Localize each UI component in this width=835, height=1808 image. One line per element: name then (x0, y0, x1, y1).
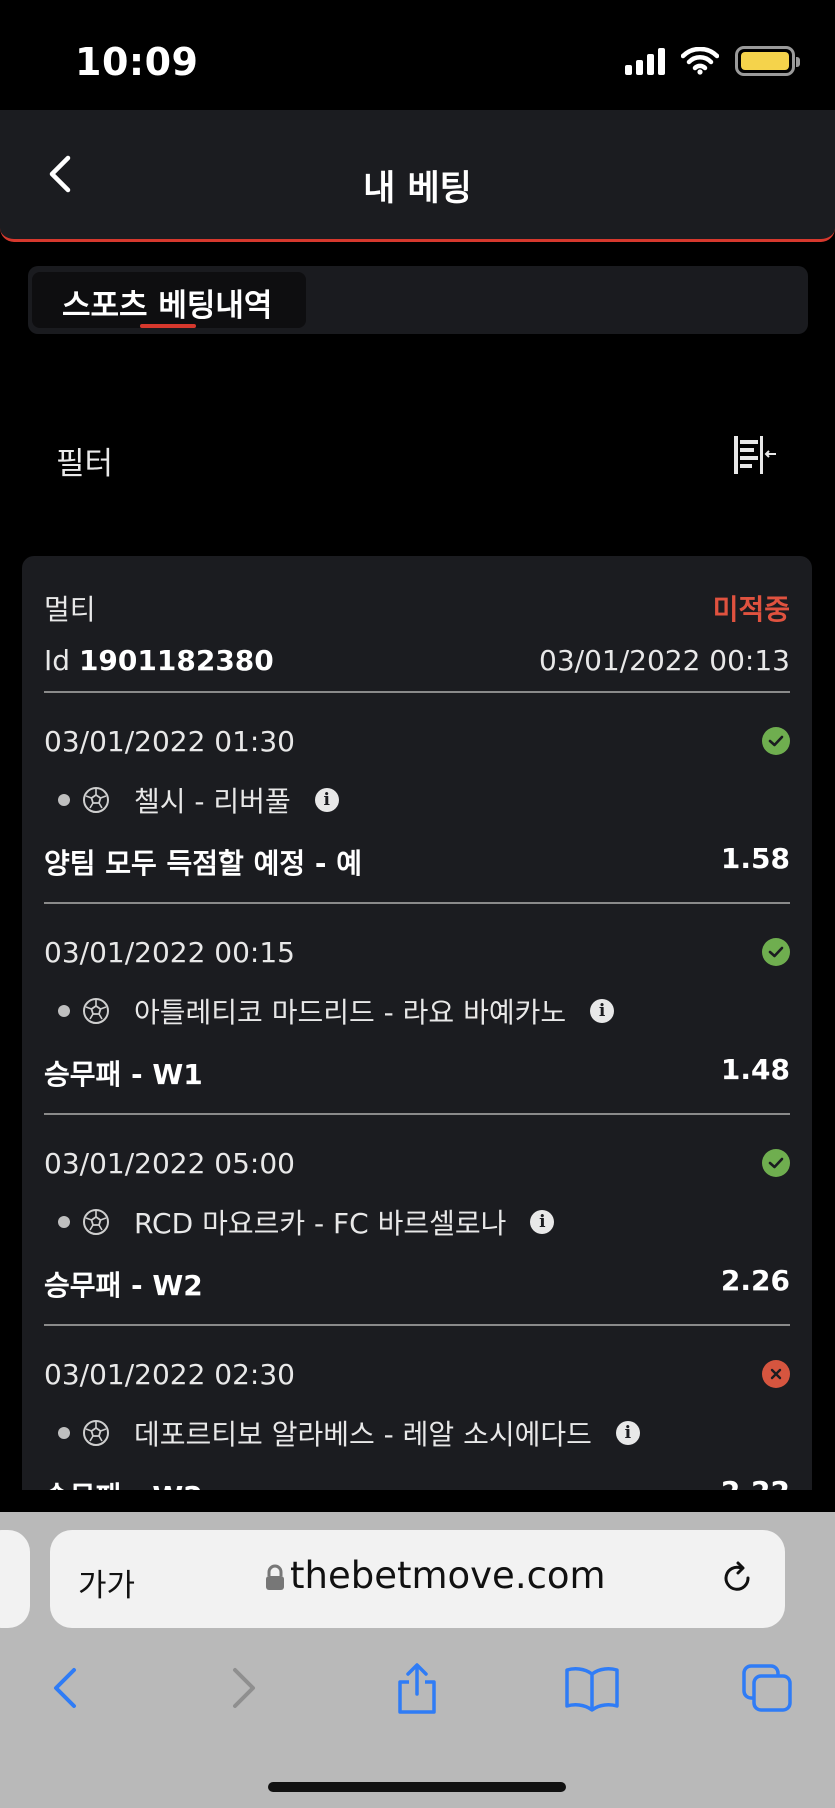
soccer-ball-icon (83, 1420, 109, 1446)
tab-active-indicator (140, 324, 196, 328)
market-label: 승무패 - W2 (44, 1475, 203, 1490)
cellular-signal-icon (625, 47, 665, 75)
match-name: 첼시 - 리버풀 (134, 785, 291, 818)
market-label: 승무패 - W2 (44, 1269, 203, 1302)
bet-selection: 03/01/2022 00:15 아틀레티코 마드리드 - 라요 바예카노 i … (44, 904, 790, 1115)
check-circle-icon (762, 1149, 790, 1177)
bet-placed-date: 03/01/2022 00:13 (539, 644, 790, 677)
match-date: 03/01/2022 02:30 (44, 1358, 295, 1391)
bookmarks-icon[interactable] (562, 1660, 622, 1716)
bullet-dot (58, 794, 70, 806)
tab-label: 스포츠 베팅내역 (62, 288, 273, 324)
info-icon[interactable]: i (615, 1421, 640, 1445)
page-title: 내 베팅 (363, 169, 472, 209)
text-size-button[interactable]: 가가 (78, 1560, 135, 1605)
bet-type: 멀티 (44, 593, 96, 626)
match-date: 03/01/2022 00:15 (44, 936, 295, 969)
previous-tab-preview[interactable] (0, 1530, 30, 1628)
odds-value: 1.48 (720, 1053, 790, 1086)
check-circle-icon (762, 727, 790, 755)
match-name: RCD 마요르카 - FC 바르셀로나 (134, 1207, 507, 1240)
soccer-ball-icon (83, 787, 109, 813)
filter-icon[interactable] (730, 430, 780, 480)
bullet-dot (58, 1216, 70, 1228)
match-date: 03/01/2022 05:00 (44, 1147, 295, 1180)
app-header: 내 베팅 (0, 110, 835, 242)
info-icon[interactable]: i (590, 999, 615, 1023)
info-icon[interactable]: i (314, 788, 339, 812)
bet-selection: 03/01/2022 02:30 데포르티보 알라베스 - 레알 소시에다드 i… (44, 1326, 790, 1490)
tabs-icon[interactable] (738, 1660, 798, 1716)
check-circle-icon (762, 938, 790, 966)
status-bar: 10:09 (0, 0, 835, 110)
x-circle-icon (762, 1360, 790, 1388)
battery-icon (735, 46, 800, 76)
status-icons (625, 46, 800, 76)
home-indicator[interactable] (268, 1782, 566, 1792)
bet-selection: 03/01/2022 01:30 첼시 - 리버풀 i 양팀 모두 득점할 예정… (44, 693, 790, 904)
browser-toolbar: 가가 thebetmove.com (0, 1512, 835, 1808)
match-name: 아틀레티코 마드리드 - 라요 바예카노 (134, 996, 567, 1029)
bullet-dot (58, 1005, 70, 1017)
market-label: 승무패 - W1 (44, 1058, 203, 1091)
lock-icon (266, 1564, 284, 1590)
market-label: 양팀 모두 득점할 예정 - 예 (44, 847, 362, 880)
odds-value: 1.58 (720, 842, 790, 875)
soccer-ball-icon (83, 998, 109, 1024)
share-icon[interactable] (387, 1660, 447, 1716)
odds-value: 2.26 (720, 1264, 790, 1297)
bet-status-badge: 미적중 (712, 593, 790, 626)
filter-label: 필터 (56, 446, 114, 482)
wifi-icon (681, 47, 719, 75)
browser-nav-row (0, 1660, 835, 1720)
bet-selection: 03/01/2022 05:00 RCD 마요르카 - FC 바르셀로나 i 승… (44, 1115, 790, 1326)
status-time: 10:09 (75, 40, 199, 84)
browser-back-icon[interactable] (40, 1660, 100, 1716)
browser-forward-icon[interactable] (215, 1660, 275, 1716)
tab-sports-history[interactable]: 스포츠 베팅내역 (32, 272, 306, 328)
match-name: 데포르티보 알라베스 - 레알 소시에다드 (134, 1418, 592, 1451)
url-text[interactable]: thebetmove.com (290, 1554, 606, 1597)
address-bar[interactable]: 가가 thebetmove.com (50, 1530, 785, 1628)
info-icon[interactable]: i (530, 1210, 555, 1234)
bullet-dot (58, 1427, 70, 1439)
match-date: 03/01/2022 01:30 (44, 725, 295, 758)
reload-icon[interactable] (717, 1558, 757, 1598)
bet-card[interactable]: 멀티 미적중 Id 1901182380 03/01/2022 00:13 03… (22, 556, 812, 1490)
bet-summary: 멀티 미적중 Id 1901182380 03/01/2022 00:13 (22, 556, 812, 693)
soccer-ball-icon (83, 1209, 109, 1235)
tab-bar: 스포츠 베팅내역 (28, 266, 808, 334)
odds-value: 2.22 (721, 1475, 790, 1490)
bet-id: Id 1901182380 (44, 644, 274, 677)
